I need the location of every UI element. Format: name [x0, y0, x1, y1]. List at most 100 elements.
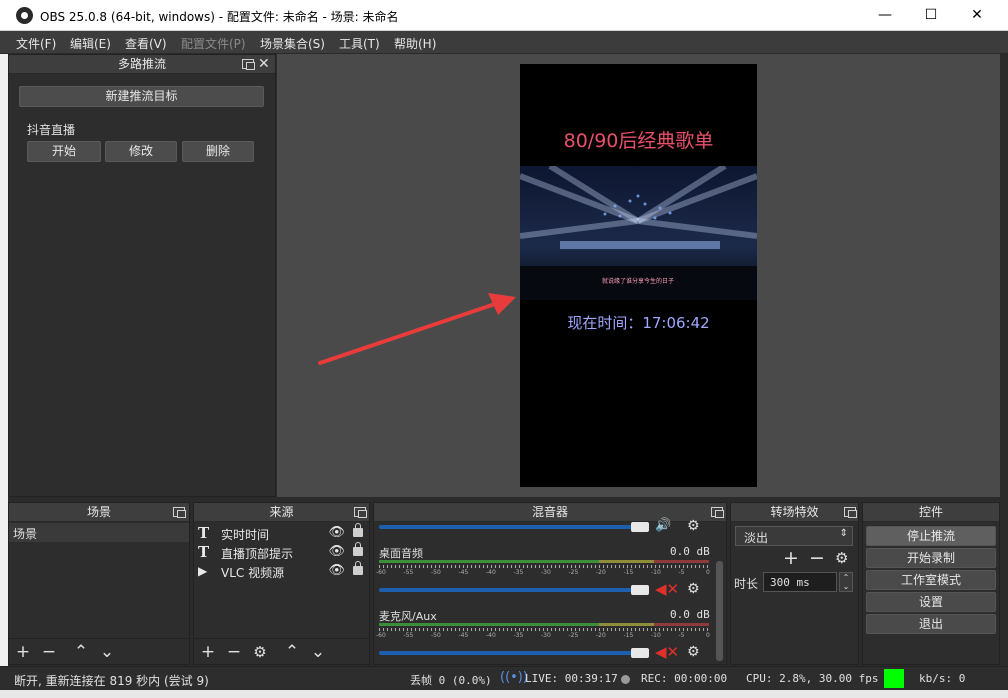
- volume-slider-track[interactable]: [379, 588, 634, 592]
- scenes-dock-title: 场景: [9, 503, 189, 522]
- scene-item[interactable]: 场景: [9, 523, 189, 542]
- scenes-toolbar: + − ⌃ ⌄: [9, 638, 189, 664]
- remove-source-icon[interactable]: −: [224, 642, 244, 662]
- duration-label: 时长: [734, 577, 759, 591]
- mixer-channel-db: 0.0 dB: [670, 608, 710, 621]
- move-down-icon[interactable]: ⌄: [308, 642, 328, 662]
- concert-image: 就说缘了谁分享今生的日子: [520, 166, 757, 300]
- menu-edit[interactable]: 编辑(E): [70, 35, 111, 52]
- background-window-edge: [0, 31, 8, 666]
- annotation-arrow: [318, 293, 516, 365]
- connection-status-indicator: [884, 669, 904, 688]
- meter-tick-label: -55: [403, 569, 414, 576]
- gear-icon[interactable]: ⚙: [687, 518, 700, 534]
- meter-tick-label: -40: [486, 569, 496, 576]
- lock-icon[interactable]: [353, 561, 363, 575]
- eye-icon[interactable]: 👁: [328, 525, 345, 540]
- duration-spinner[interactable]: ⌃ ⌄: [839, 572, 853, 592]
- gear-icon[interactable]: ⚙: [687, 581, 700, 597]
- text-icon: T: [198, 524, 210, 542]
- gear-icon[interactable]: ⚙: [835, 549, 848, 567]
- menu-tools[interactable]: 工具(T): [339, 35, 380, 52]
- mixer-scrollbar[interactable]: [716, 561, 723, 661]
- volume-slider-track[interactable]: [379, 525, 634, 529]
- move-up-icon[interactable]: ⌃: [71, 642, 91, 662]
- settings-button[interactable]: 设置: [866, 592, 996, 612]
- meter-tick-label: -25: [568, 632, 579, 639]
- preview-headline: 80/90后经典歌单: [563, 130, 714, 152]
- mixer-title-label: 混音器: [531, 505, 568, 519]
- float-dock-icon[interactable]: [354, 507, 367, 518]
- gear-icon[interactable]: ⚙: [687, 644, 700, 660]
- menu-profile[interactable]: 配置文件(P): [181, 35, 246, 52]
- close-button[interactable]: ✕: [954, 0, 1000, 31]
- volume-slider-knob[interactable]: [631, 648, 649, 658]
- volume-slider-track[interactable]: [379, 651, 634, 655]
- add-source-icon[interactable]: +: [198, 642, 218, 662]
- minimize-button[interactable]: —: [862, 0, 908, 31]
- meter-tick-label: -45: [458, 569, 469, 576]
- volume-slider-knob[interactable]: [631, 522, 649, 532]
- add-scene-icon[interactable]: +: [13, 642, 33, 662]
- remove-scene-icon[interactable]: −: [39, 642, 59, 662]
- float-dock-icon[interactable]: [844, 507, 857, 518]
- close-dock-icon[interactable]: ✕: [258, 56, 270, 72]
- muted-speaker-icon[interactable]: ◀✕: [655, 643, 679, 661]
- eye-icon[interactable]: 👁: [328, 544, 345, 559]
- volume-slider-knob[interactable]: [631, 585, 649, 595]
- new-stream-target-button[interactable]: 新建推流目标: [19, 86, 264, 107]
- add-transition-icon[interactable]: +: [783, 547, 799, 569]
- remove-transition-icon[interactable]: −: [809, 547, 825, 569]
- speaker-icon[interactable]: 🔊: [655, 518, 671, 533]
- preview-time: 现在时间：17:06:42: [567, 314, 710, 332]
- sources-dock: 来源 T 实时时间 👁 T 直播顶部提示 👁 ▶ VLC 视频源 👁 + − ⚙…: [193, 502, 370, 665]
- meter-tick-label: -50: [431, 632, 441, 639]
- float-dock-icon[interactable]: [711, 507, 724, 518]
- meter-tick-label: -15: [623, 632, 634, 639]
- duration-input[interactable]: 300 ms: [763, 572, 837, 592]
- menu-file[interactable]: 文件(F): [16, 35, 56, 52]
- audio-meter: [379, 623, 709, 626]
- meter-tick-label: -20: [596, 632, 606, 639]
- live-time: LIVE: 00:39:17: [525, 672, 618, 685]
- lock-icon[interactable]: [353, 542, 363, 556]
- kbps: kb/s: 0: [919, 672, 966, 685]
- gear-icon[interactable]: ⚙: [250, 642, 270, 662]
- menu-scene-collection[interactable]: 场景集合(S): [260, 35, 325, 52]
- meter-tick-label: -10: [651, 632, 661, 639]
- studio-mode-button[interactable]: 工作室模式: [866, 570, 996, 590]
- move-up-icon[interactable]: ⌃: [282, 642, 302, 662]
- transitions-title-label: 转场特效: [770, 505, 819, 519]
- menu-view[interactable]: 查看(V): [125, 35, 167, 52]
- source-item[interactable]: T 直播顶部提示 👁: [194, 542, 369, 562]
- lock-icon[interactable]: [353, 523, 363, 537]
- stop-stream-button[interactable]: 停止推流: [866, 526, 996, 546]
- start-record-button[interactable]: 开始录制: [866, 548, 996, 568]
- window-title: OBS 25.0.8 (64-bit, windows) - 配置文件: 未命名…: [40, 10, 399, 24]
- source-item-label: 实时时间: [221, 528, 270, 542]
- delete-target-button[interactable]: 删除: [182, 141, 254, 162]
- exit-button[interactable]: 退出: [866, 614, 996, 634]
- dropped-frames: 丢帧 0 (0.0%): [410, 674, 492, 687]
- reconnect-status: 断开, 重新连接在 819 秒内 (尝试 9): [14, 674, 209, 688]
- status-bar: 断开, 重新连接在 819 秒内 (尝试 9) 丢帧 0 (0.0%) ((•)…: [0, 666, 1008, 690]
- move-down-icon[interactable]: ⌄: [97, 642, 117, 662]
- float-dock-icon[interactable]: [242, 59, 255, 70]
- source-item[interactable]: T 实时时间 👁: [194, 523, 369, 543]
- meter-tick-label: -35: [513, 632, 524, 639]
- edit-target-button[interactable]: 修改: [105, 141, 177, 162]
- menu-help[interactable]: 帮助(H): [394, 35, 436, 52]
- mixer-dock: 混音器 🔊 ⚙ 桌面音频 0.0 dB -60 -55 -50 -45 -40 -35 -3…: [373, 502, 727, 665]
- eye-icon[interactable]: 👁: [328, 563, 345, 578]
- source-item[interactable]: ▶ VLC 视频源 👁: [194, 561, 369, 581]
- preview-canvas[interactable]: 80/90后经典歌单 就说缘了谁分享今生的日子 现在时间：17:06:42: [520, 64, 757, 487]
- float-dock-icon[interactable]: [173, 507, 186, 518]
- muted-speaker-icon[interactable]: ◀✕: [655, 580, 679, 598]
- meter-tick-label: -55: [403, 632, 414, 639]
- start-target-button[interactable]: 开始: [27, 141, 101, 162]
- meter-tick-label: 0: [706, 569, 710, 576]
- meter-tick-label: -45: [458, 632, 469, 639]
- multistream-dock: 多路推流 ✕ 新建推流目标 抖音直播 开始 修改 删除: [8, 54, 276, 497]
- transition-select[interactable]: 淡出 ⇕: [735, 526, 853, 546]
- maximize-button[interactable]: ☐: [908, 0, 954, 31]
